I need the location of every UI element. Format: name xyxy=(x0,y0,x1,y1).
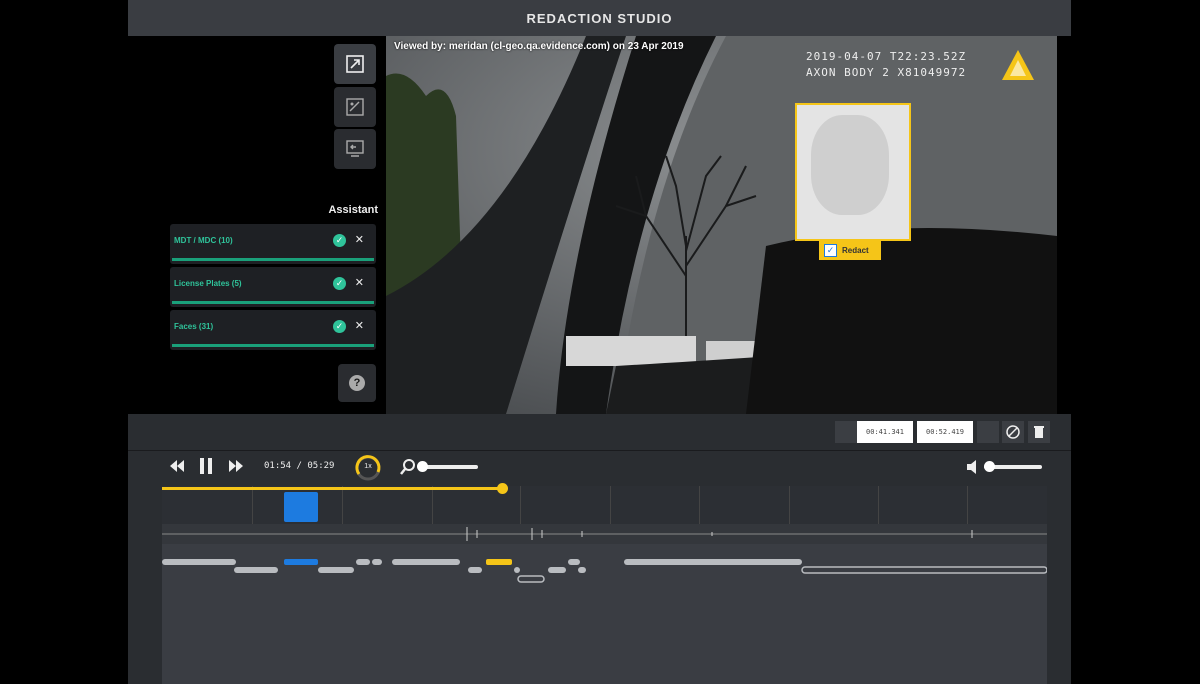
forward-icon[interactable] xyxy=(227,459,245,473)
progress-bar xyxy=(172,258,374,261)
no-icon xyxy=(1006,425,1020,439)
trash-icon xyxy=(1034,426,1044,438)
volume-slider[interactable] xyxy=(984,461,1042,472)
redaction-tracks[interactable] xyxy=(162,556,1047,586)
redact-label: Redact xyxy=(842,245,869,255)
zoom-icon[interactable] xyxy=(400,459,416,475)
assistant-heading: Assistant xyxy=(328,204,378,216)
clip-prev-button[interactable] xyxy=(835,421,857,443)
watermark: Viewed by: meridan (cl-geo.qa.evidence.c… xyxy=(394,41,684,52)
close-icon[interactable]: ✕ xyxy=(355,319,364,332)
check-icon: ✓ xyxy=(333,320,346,333)
close-icon[interactable]: ✕ xyxy=(355,233,364,246)
popout-button[interactable] xyxy=(334,44,376,84)
zoom-slider-handle[interactable] xyxy=(417,461,428,472)
video-right-margin xyxy=(1057,36,1071,414)
playback-head[interactable] xyxy=(496,483,508,494)
assistant-item-label: License Plates (5) xyxy=(174,279,242,288)
check-icon: ✓ xyxy=(333,277,346,290)
current-time: 01:54 xyxy=(264,461,292,471)
help-button[interactable]: ? xyxy=(338,364,376,402)
help-icon: ? xyxy=(349,375,365,391)
rewind-icon[interactable] xyxy=(168,459,186,473)
redaction-studio-app: REDACTION STUDIO Assistant MDT / MDC (10… xyxy=(128,0,1071,684)
clip-next-button[interactable] xyxy=(977,421,999,443)
clip-end-input[interactable]: 00:52.419 xyxy=(917,421,973,443)
pause-icon[interactable] xyxy=(198,457,214,475)
axon-logo-icon xyxy=(1002,50,1034,80)
export-button[interactable] xyxy=(334,129,376,169)
video-frame[interactable]: Viewed by: meridan (cl-geo.qa.evidence.c… xyxy=(386,36,1057,414)
zoom-slider[interactable] xyxy=(417,461,478,472)
audio-waveform xyxy=(162,524,1047,544)
redact-checkbox[interactable]: ✓ xyxy=(824,243,837,257)
left-panel: Assistant MDT / MDC (10) ✓ ✕ License Pla… xyxy=(128,36,386,414)
export-icon xyxy=(346,140,364,157)
title-bar: REDACTION STUDIO xyxy=(128,0,1071,36)
image-icon xyxy=(346,98,364,116)
clip-start-input[interactable]: 00:41.341 xyxy=(857,421,913,443)
redact-tag[interactable]: ✓ Redact xyxy=(819,240,881,260)
timeline[interactable] xyxy=(162,483,1047,684)
total-time: 05:29 xyxy=(307,461,335,471)
volume-icon[interactable] xyxy=(966,459,982,475)
popout-icon xyxy=(346,55,364,73)
playback-controls: 01:54 / 05:29 1x xyxy=(128,451,1071,487)
progress-bar xyxy=(172,344,374,347)
speed-value: 1x xyxy=(364,463,372,470)
clip-bar: 00:41.341 00:52.419 xyxy=(128,414,1071,451)
selected-segment[interactable] xyxy=(284,492,318,522)
assistant-item-plates[interactable]: License Plates (5) ✓ ✕ xyxy=(170,267,376,307)
assistant-item-label: Faces (31) xyxy=(174,322,214,331)
playback-progress-track[interactable] xyxy=(162,483,1047,494)
assistant-item-label: MDT / MDC (10) xyxy=(174,236,233,245)
close-icon[interactable]: ✕ xyxy=(355,276,364,289)
volume-slider-handle[interactable] xyxy=(984,461,995,472)
assistant-item-faces[interactable]: Faces (31) ✓ ✕ xyxy=(170,310,376,350)
speed-gauge[interactable]: 1x xyxy=(354,454,382,482)
assistant-item-mdt[interactable]: MDT / MDC (10) ✓ ✕ xyxy=(170,224,376,264)
image-button[interactable] xyxy=(334,87,376,127)
check-icon: ✓ xyxy=(333,234,346,247)
video-timestamp: 2019-04-07 T22:23.52Z xyxy=(806,50,967,63)
progress-bar xyxy=(172,301,374,304)
device-id: AXON BODY 2 X81049972 xyxy=(806,66,967,79)
video-scene xyxy=(386,36,1057,414)
playback-progress-fill xyxy=(162,487,502,490)
no-redaction-button[interactable] xyxy=(1002,421,1024,443)
time-separator: / xyxy=(296,461,302,471)
time-readout: 01:54 / 05:29 xyxy=(264,461,334,471)
delete-button[interactable] xyxy=(1028,421,1050,443)
app-title: REDACTION STUDIO xyxy=(526,10,673,26)
face-redaction-box[interactable] xyxy=(795,103,911,241)
